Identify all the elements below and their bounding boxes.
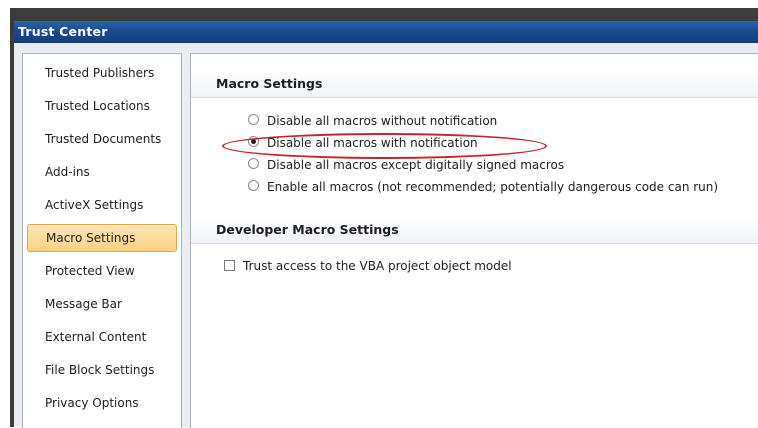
sidebar-item-file-block-settings[interactable]: File Block Settings (27, 356, 177, 384)
radio-button-selected[interactable] (248, 136, 259, 147)
checkbox-label: Trust access to the VBA project object m… (243, 259, 512, 273)
sidebar-item-trusted-publishers[interactable]: Trusted Publishers (27, 59, 177, 87)
sidebar-item-privacy-options[interactable]: Privacy Options (27, 389, 177, 417)
sidebar-item-activex-settings[interactable]: ActiveX Settings (27, 191, 177, 219)
option-label: Disable all macros without notification (267, 114, 498, 128)
option-label: Disable all macros except digitally sign… (267, 158, 565, 172)
sidebar-item-external-content[interactable]: External Content (27, 323, 177, 351)
content-pane: Macro Settings Disable all macros withou… (190, 53, 758, 428)
sidebar-item-trusted-documents[interactable]: Trusted Documents (27, 125, 177, 153)
checkbox[interactable] (224, 260, 235, 271)
title-bar[interactable]: Trust Center (14, 21, 758, 43)
radio-button[interactable] (248, 158, 259, 169)
option-label: Enable all macros (not recommended; pote… (267, 180, 719, 194)
radio-button[interactable] (248, 180, 259, 191)
sidebar: Trusted Publishers Trusted Locations Tru… (22, 53, 182, 428)
macro-settings-header: Macro Settings (191, 70, 758, 98)
sidebar-item-add-ins[interactable]: Add-ins (27, 158, 177, 186)
sidebar-item-macro-settings[interactable]: Macro Settings (27, 224, 177, 252)
window-title: Trust Center (18, 24, 108, 39)
option-label: Disable all macros with notification (267, 136, 478, 150)
radio-button[interactable] (248, 114, 259, 125)
sidebar-item-trusted-locations[interactable]: Trusted Locations (27, 92, 177, 120)
sidebar-item-protected-view[interactable]: Protected View (27, 257, 177, 285)
developer-macro-settings-header: Developer Macro Settings (191, 216, 758, 244)
sidebar-item-message-bar[interactable]: Message Bar (27, 290, 177, 318)
